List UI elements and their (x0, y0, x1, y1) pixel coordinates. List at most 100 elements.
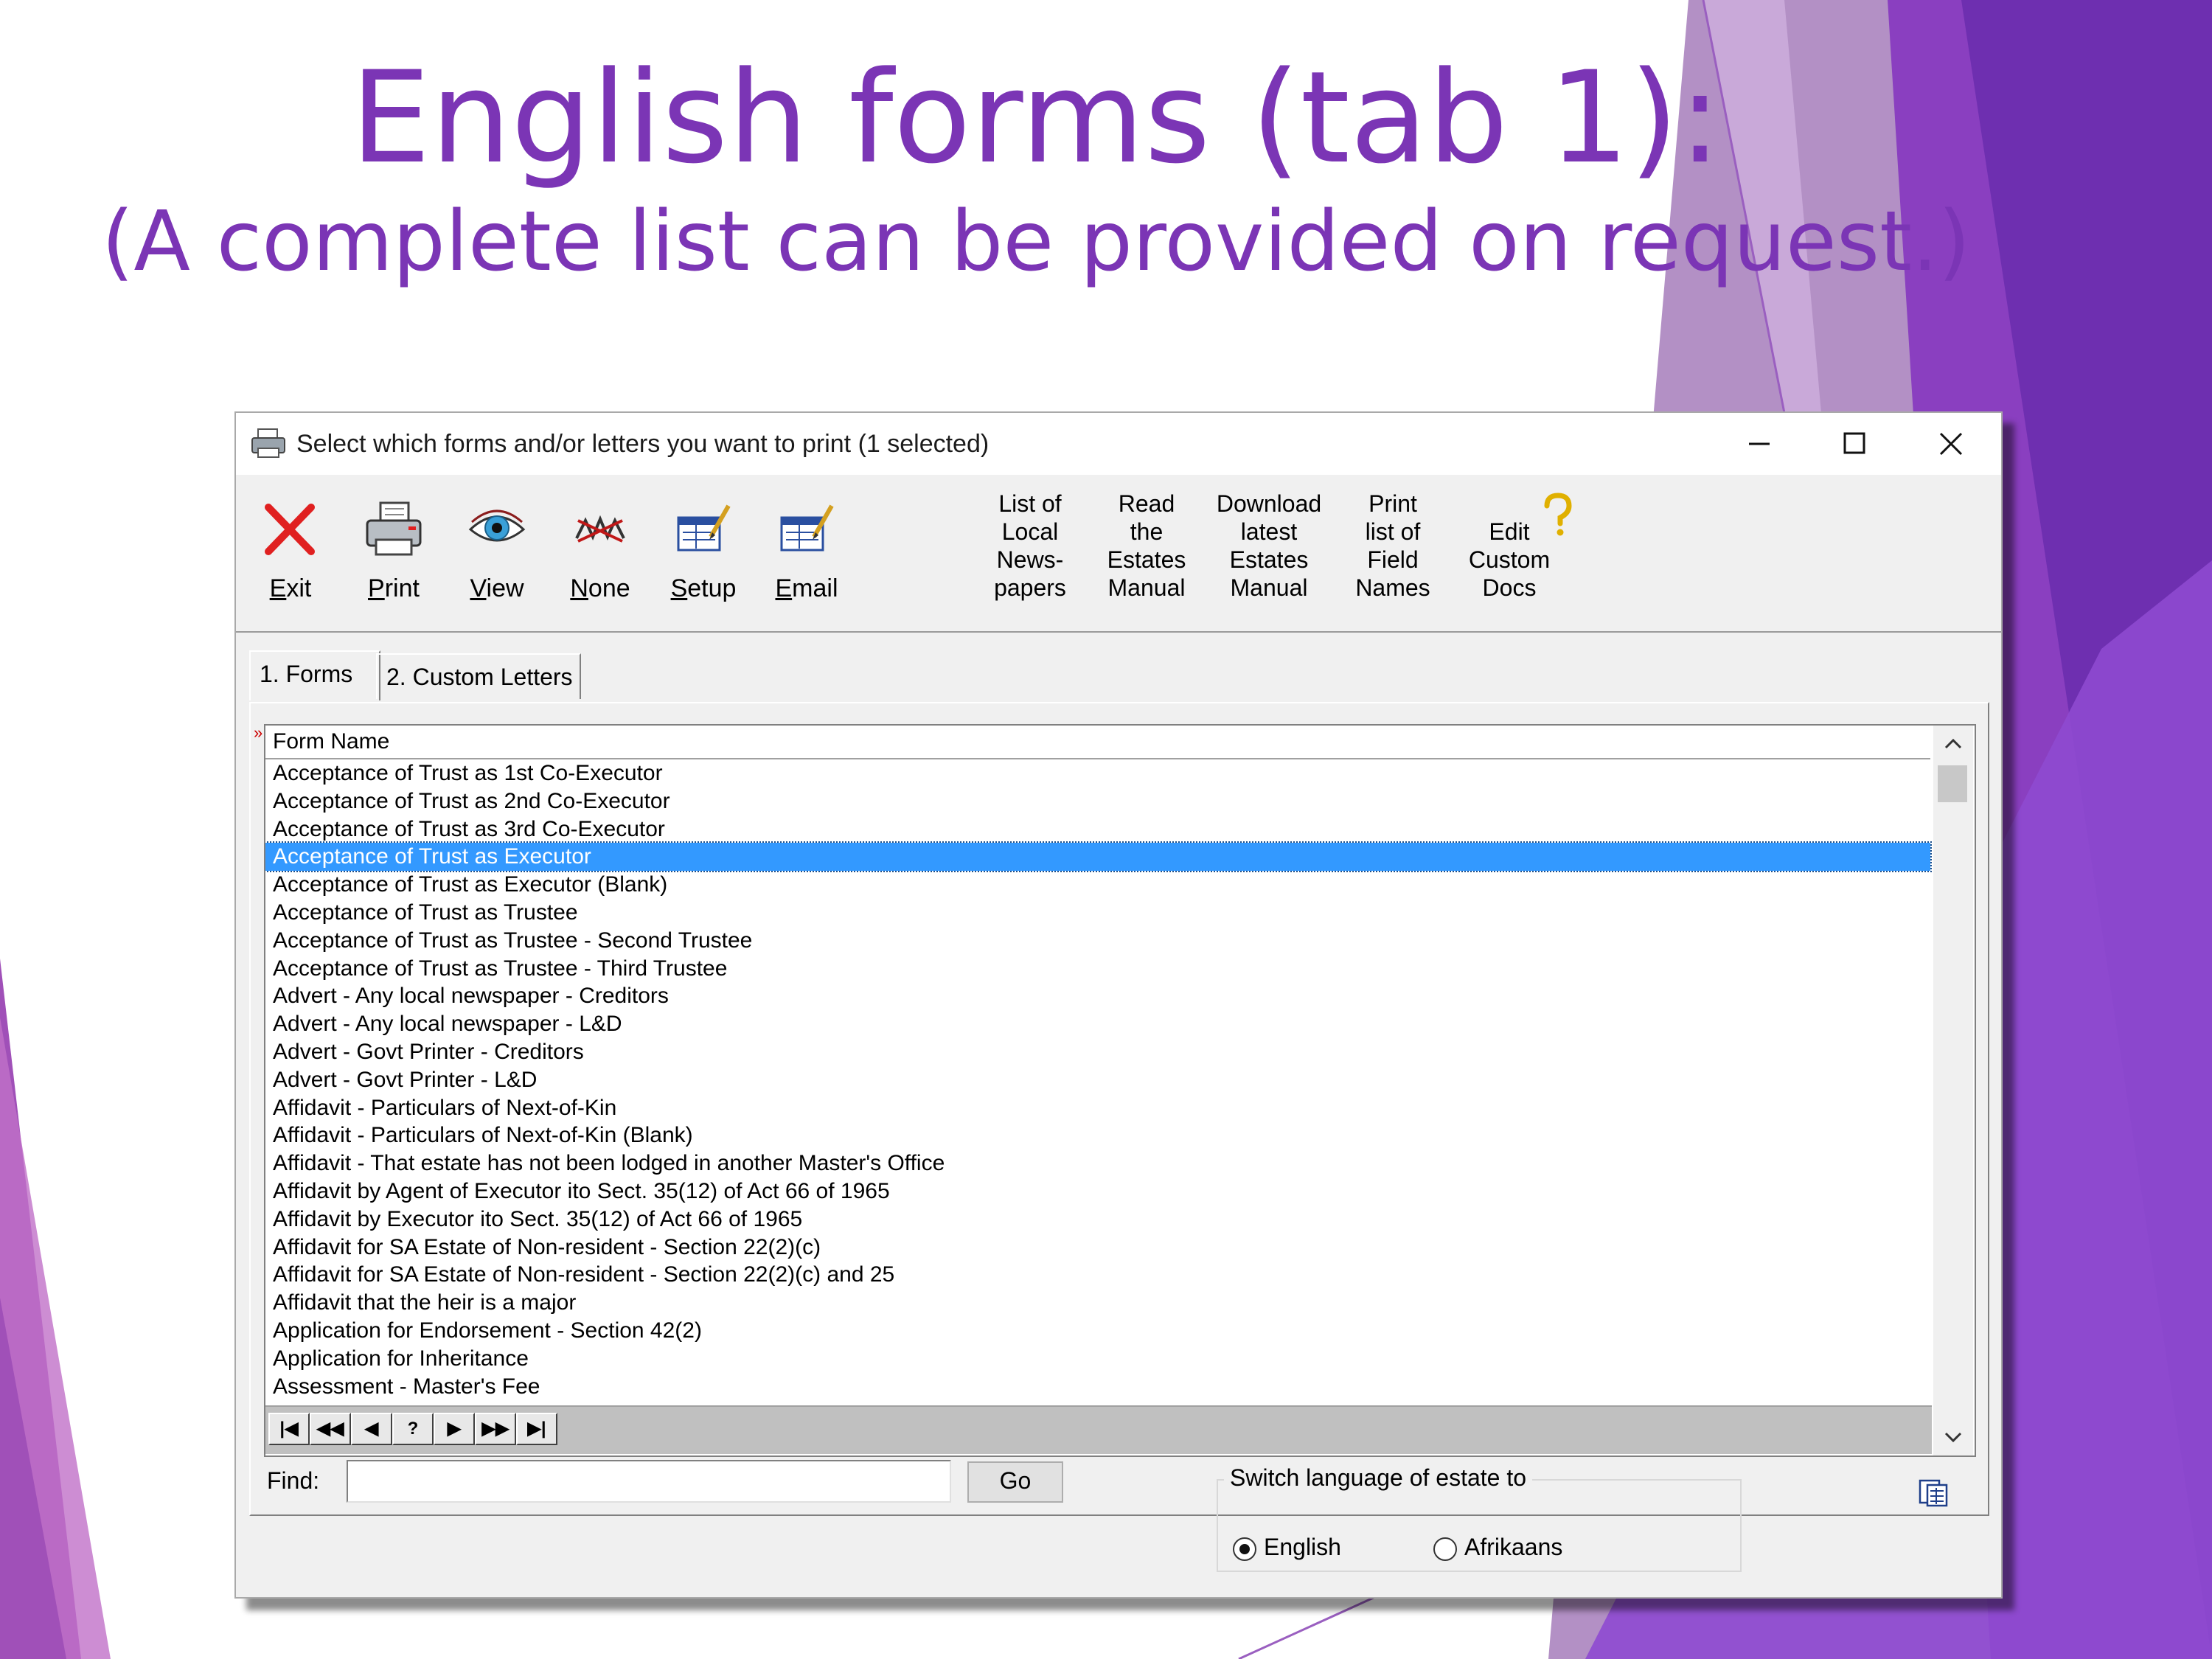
slide-title: English forms (tab 1): (350, 44, 1722, 192)
read-estates-manual-button[interactable]: Read the Estates Manual (1091, 490, 1202, 602)
first-record-button[interactable]: |◀ (268, 1413, 310, 1445)
row-marker-icon: » (254, 723, 263, 742)
find-input[interactable] (347, 1460, 951, 1503)
next-record-button[interactable]: ▶ (434, 1413, 475, 1445)
minimize-button[interactable] (1711, 413, 1806, 475)
forms-grid[interactable]: » Form Name Acceptance of Trust as 1st C… (254, 724, 1976, 1457)
print-label: Print (368, 574, 420, 602)
slide-subtitle: (A complete list can be provided on requ… (101, 194, 1971, 290)
table-row[interactable]: Acceptance of Trust as 3rd Co-Executor (265, 815, 1930, 844)
table-row[interactable]: Affidavit for SA Estate of Non-resident … (265, 1234, 1930, 1262)
table-row[interactable]: Application for Inheritance (265, 1345, 1930, 1373)
table-row[interactable]: Affidavit that the heir is a major (265, 1289, 1930, 1317)
form-name-cell: Acceptance of Trust as Trustee (273, 900, 578, 925)
form-name-cell: Advert - Any local newspaper - L&D (273, 1012, 622, 1037)
scroll-down-icon[interactable] (1933, 1419, 1973, 1455)
table-row[interactable]: Advert - Govt Printer - L&D (265, 1066, 1930, 1094)
close-icon (1939, 432, 1963, 456)
prev-record-button[interactable]: ◀ (351, 1413, 392, 1445)
tab-forms[interactable]: 1. Forms (249, 650, 380, 700)
form-name-cell: Acceptance of Trust as 2nd Co-Executor (273, 788, 670, 813)
table-row[interactable]: Acceptance of Trust as Executor (Blank) (265, 871, 1930, 899)
table-row[interactable]: Acceptance of Trust as Trustee - Second … (265, 927, 1930, 955)
form-name-cell: Affidavit - That estate has not been lod… (273, 1151, 945, 1176)
maximize-icon (1843, 432, 1865, 454)
radio-afrikaans-label: Afrikaans (1464, 1534, 1563, 1560)
table-row[interactable]: Affidavit by Agent of Executor ito Sect.… (265, 1178, 1930, 1206)
table-row[interactable]: Acceptance of Trust as Trustee - Third T… (265, 955, 1930, 983)
none-label: None (570, 574, 630, 602)
print-forms-dialog: Select which forms and/or letters you wa… (234, 411, 2003, 1599)
printer-app-icon (251, 428, 286, 464)
tab-custom-letters[interactable]: 2. Custom Letters (376, 653, 581, 699)
go-button[interactable]: Go (967, 1461, 1063, 1503)
radio-english-label: English (1264, 1534, 1341, 1560)
exit-x-icon (265, 504, 315, 555)
radio-afrikaans[interactable]: Afrikaans (1433, 1531, 1562, 1563)
last-record-button[interactable]: ▶| (516, 1413, 557, 1445)
local-newspapers-button[interactable]: List of Local News- papers (975, 490, 1085, 602)
form-name-cell: Affidavit that the heir is a major (273, 1290, 577, 1315)
form-name-cell: Application for Endorsement - Section 42… (273, 1318, 702, 1343)
form-name-cell: Authority to Transfer Shares (265, 1402, 549, 1404)
column-header-form-name[interactable]: Form Name (273, 727, 389, 757)
printer-icon (366, 501, 422, 556)
setup-icon (677, 504, 731, 552)
table-view-icon[interactable] (1917, 1476, 1950, 1509)
table-row[interactable]: Acceptance of Trust as 1st Co-Executor (265, 759, 1930, 787)
next-page-button[interactable]: ▶▶ (475, 1413, 516, 1445)
radio-english[interactable]: English (1233, 1531, 1341, 1563)
table-row[interactable]: Affidavit - That estate has not been lod… (265, 1150, 1930, 1178)
none-button[interactable]: None (556, 494, 644, 619)
language-legend: Switch language of estate to (1224, 1463, 1533, 1492)
close-button[interactable] (1902, 413, 1998, 475)
question-mark-icon[interactable] (1541, 493, 1575, 537)
grid-rows: Acceptance of Trust as 1st Co-Executor Ac… (265, 759, 1932, 1404)
radio-afrikaans-dot[interactable] (1433, 1537, 1457, 1561)
vertical-scrollbar[interactable] (1933, 726, 1973, 1455)
table-row[interactable]: Acceptance of Trust as 2nd Co-Executor (265, 787, 1930, 815)
form-name-cell: Affidavit - Particulars of Next-of-Kin (273, 1095, 617, 1120)
form-name-cell: Acceptance of Trust as Executor (273, 844, 591, 869)
title-bar[interactable]: Select which forms and/or letters you wa… (236, 413, 2001, 475)
table-row[interactable]: Affidavit - Particulars of Next-of-Kin (265, 1094, 1930, 1122)
table-row[interactable]: Advert - Any local newspaper - Creditors (265, 982, 1930, 1010)
form-name-cell: Acceptance of Trust as 1st Co-Executor (273, 761, 663, 785)
window-title: Select which forms and/or letters you wa… (296, 430, 990, 458)
exit-label: Exit (269, 574, 312, 602)
setup-button[interactable]: Setup (659, 494, 748, 619)
table-row[interactable]: Advert - Any local newspaper - L&D (265, 1010, 1930, 1038)
table-row[interactable]: Acceptance of Trust as Trustee (265, 899, 1930, 927)
form-name-cell: Acceptance of Trust as 3rd Co-Executor (273, 816, 665, 841)
find-label: Find: (267, 1467, 320, 1494)
exit-button[interactable]: Exit (246, 494, 335, 619)
form-name-cell: Affidavit by Executor ito Sect. 35(12) o… (273, 1206, 803, 1231)
view-button[interactable]: View (453, 494, 541, 619)
form-name-cell: Acceptance of Trust as Executor (Blank) (273, 872, 668, 897)
radio-english-dot[interactable] (1233, 1537, 1256, 1561)
email-button[interactable]: Email (762, 494, 851, 619)
form-name-cell: Affidavit for SA Estate of Non-resident … (273, 1262, 895, 1287)
scroll-up-icon[interactable] (1933, 726, 1973, 762)
table-row[interactable]: Affidavit - Particulars of Next-of-Kin (… (265, 1121, 1930, 1150)
table-row[interactable]: Application for Endorsement - Section 42… (265, 1317, 1930, 1345)
table-row[interactable]: Acceptance of Trust as Executor (265, 841, 1932, 873)
table-row[interactable]: Advert - Govt Printer - Creditors (265, 1038, 1930, 1066)
form-name-cell: Affidavit for SA Estate of Non-resident … (273, 1234, 821, 1259)
scroll-thumb[interactable] (1938, 765, 1967, 802)
print-field-names-button[interactable]: Print list of Field Names (1338, 490, 1448, 602)
download-estates-manual-button[interactable]: Download latest Estates Manual (1214, 490, 1324, 602)
search-record-button[interactable]: ? (392, 1413, 434, 1445)
form-name-cell: Acceptance of Trust as Trustee - Second … (273, 928, 753, 953)
form-name-cell: Assessment - Master's Fee (273, 1374, 540, 1399)
table-row[interactable]: Affidavit by Executor ito Sect. 35(12) o… (265, 1206, 1930, 1234)
view-label: View (470, 574, 524, 602)
prev-page-button[interactable]: ◀◀ (310, 1413, 351, 1445)
print-button[interactable]: Print (349, 494, 438, 619)
table-row[interactable]: Affidavit for SA Estate of Non-resident … (265, 1261, 1930, 1289)
form-name-cell: Affidavit by Agent of Executor ito Sect.… (273, 1179, 890, 1203)
table-row[interactable]: Assessment - Master's Fee (265, 1373, 1930, 1401)
table-row[interactable]: Authority to Transfer Shares (265, 1400, 1930, 1404)
maximize-button[interactable] (1806, 413, 1902, 475)
setup-label: Setup (670, 574, 737, 602)
